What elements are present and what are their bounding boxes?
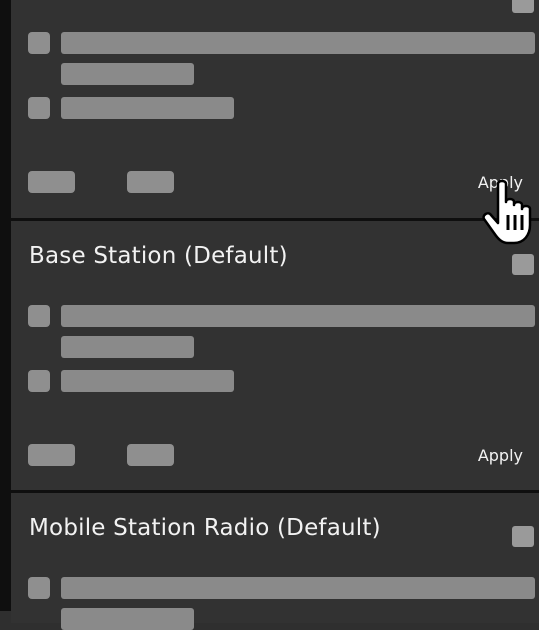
placeholder-text [61,63,194,85]
card-checkbox[interactable] [512,254,534,275]
hand-pointer-icon [482,179,532,245]
placeholder-text [61,608,194,630]
action-button[interactable] [127,171,174,193]
placeholder-text [61,370,234,392]
station-card-2: Base Station (Default) Apply [11,221,539,490]
station-card-1: Apply [11,0,539,218]
card-checkbox[interactable] [512,526,534,547]
station-card-3: Mobile Station Radio (Default) [11,493,539,630]
action-button[interactable] [127,444,174,466]
card-checkbox[interactable] [512,0,534,13]
action-button[interactable] [28,171,75,193]
card-title: Base Station (Default) [29,243,288,269]
option-checkbox[interactable] [28,370,50,392]
placeholder-text [61,577,535,599]
apply-button[interactable]: Apply [478,446,523,465]
card-title: Mobile Station Radio (Default) [29,515,381,541]
option-checkbox[interactable] [28,305,50,327]
placeholder-text [61,305,535,327]
option-checkbox[interactable] [28,97,50,119]
option-checkbox[interactable] [28,32,50,54]
placeholder-text [61,32,535,54]
placeholder-text [61,336,194,358]
placeholder-text [61,97,234,119]
page: Apply Base Station (Default) Apply Mobil… [0,0,539,630]
option-checkbox[interactable] [28,577,50,599]
action-button[interactable] [28,444,75,466]
